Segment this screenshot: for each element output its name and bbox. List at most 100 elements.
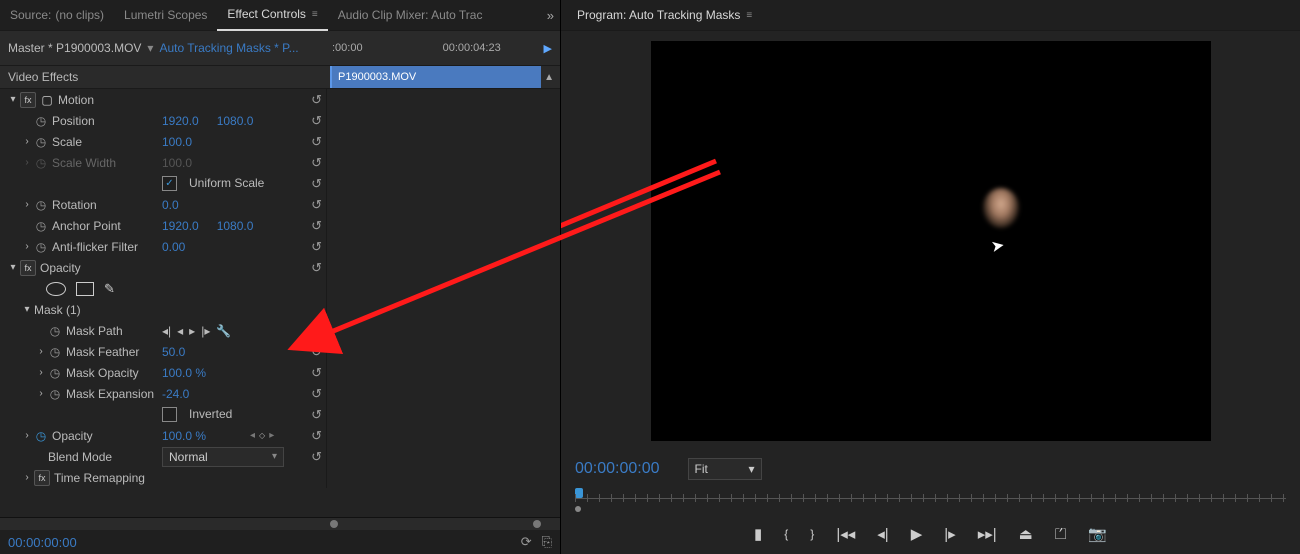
track-settings-icon[interactable]: 🔧: [216, 324, 231, 338]
scale-value[interactable]: 100.0: [162, 135, 192, 149]
extract-button[interactable]: ⏍: [1055, 526, 1066, 543]
fx-badge-icon[interactable]: fx: [20, 260, 36, 276]
step-back-button[interactable]: ◂|: [877, 525, 888, 543]
expand-icon[interactable]: ›: [34, 367, 48, 378]
uniform-scale-checkbox[interactable]: [162, 176, 177, 191]
anchor-y[interactable]: 1080.0: [217, 219, 254, 233]
expand-icon[interactable]: ▾: [20, 304, 34, 315]
reset-icon[interactable]: ↺: [311, 239, 322, 255]
fx-badge-icon[interactable]: fx: [34, 470, 50, 486]
reset-icon[interactable]: ↺: [311, 155, 322, 171]
expand-icon[interactable]: ›: [34, 388, 48, 399]
section-mask1[interactable]: ▾ Mask (1): [0, 299, 326, 320]
ellipse-mask-button[interactable]: [46, 282, 66, 296]
panel-menu-icon[interactable]: ≡: [746, 10, 752, 21]
master-menu-icon[interactable]: ▾: [141, 41, 159, 55]
reset-icon[interactable]: ↺: [311, 344, 322, 360]
export-icon[interactable]: ⎘: [542, 534, 552, 550]
prev-kf-icon[interactable]: ◂: [250, 430, 255, 441]
tab-lumetri[interactable]: Lumetri Scopes: [114, 0, 217, 30]
antiflicker-value[interactable]: 0.00: [162, 240, 185, 254]
section-opacity[interactable]: ▾ fx Opacity ↺: [0, 257, 326, 278]
mask-feather-value[interactable]: 50.0: [162, 345, 185, 359]
anchor-x[interactable]: 1920.0: [162, 219, 199, 233]
track-back-one-icon[interactable]: ◂|: [162, 324, 171, 338]
tab-source[interactable]: Source: (no clips): [0, 0, 114, 30]
rotation-value[interactable]: 0.0: [162, 198, 179, 212]
stopwatch-icon[interactable]: ◷: [48, 345, 62, 359]
stopwatch-icon[interactable]: ◷: [48, 366, 62, 380]
play-button[interactable]: ▶: [911, 525, 923, 543]
section-time-remap[interactable]: › fx Time Remapping: [0, 467, 326, 488]
loop-icon[interactable]: ⟳: [521, 534, 532, 550]
track-fwd-icon[interactable]: ▸: [189, 324, 195, 338]
mini-timeline-scrollbar[interactable]: [0, 517, 560, 530]
opacity-value[interactable]: 100.0 %: [162, 429, 206, 443]
expand-icon[interactable]: ›: [34, 346, 48, 357]
reset-icon[interactable]: ↺: [311, 428, 322, 444]
expand-icon[interactable]: ›: [20, 241, 34, 252]
tab-effect-controls[interactable]: Effect Controls ≡: [217, 0, 327, 31]
mark-in-button[interactable]: {: [784, 527, 788, 541]
position-x[interactable]: 1920.0: [162, 114, 199, 128]
expand-icon[interactable]: ▾: [6, 94, 20, 105]
add-marker-button[interactable]: ▮: [754, 525, 762, 543]
reset-icon[interactable]: ↺: [311, 407, 322, 423]
stopwatch-icon[interactable]: ◷: [34, 429, 48, 443]
program-time-ruler[interactable]: [561, 488, 1300, 514]
tab-program[interactable]: Program: Auto Tracking Masks ≡: [567, 0, 762, 30]
go-to-out-button[interactable]: ▸▸|: [978, 525, 997, 543]
overflow-tabs-icon[interactable]: »: [547, 8, 560, 23]
next-kf-icon[interactable]: ▸: [269, 430, 274, 441]
reset-icon[interactable]: ↺: [311, 197, 322, 213]
rect-mask-button[interactable]: [76, 282, 94, 296]
reset-icon[interactable]: ↺: [311, 113, 322, 129]
expand-icon[interactable]: ›: [20, 199, 34, 210]
expand-icon[interactable]: ›: [20, 472, 34, 483]
program-monitor[interactable]: ➤: [651, 41, 1211, 441]
fx-badge-icon[interactable]: fx: [20, 92, 36, 108]
step-forward-button[interactable]: |▸: [944, 525, 955, 543]
reset-icon[interactable]: ↺: [311, 386, 322, 402]
blend-mode-select[interactable]: Normal▾: [162, 447, 284, 467]
reset-icon[interactable]: ↺: [311, 218, 322, 234]
reset-icon[interactable]: ↺: [311, 365, 322, 381]
mask-opacity-value[interactable]: 100.0 %: [162, 366, 206, 380]
panel-menu-icon[interactable]: ≡: [312, 9, 318, 20]
transform-icon[interactable]: ▢: [40, 93, 54, 107]
reset-icon[interactable]: ↺: [311, 176, 322, 192]
zoom-fit-select[interactable]: Fit▾: [688, 458, 762, 480]
stopwatch-icon[interactable]: ◷: [48, 387, 62, 401]
stopwatch-icon[interactable]: ◷: [34, 240, 48, 254]
timecode[interactable]: 00:00:00:00: [8, 535, 77, 550]
reset-icon[interactable]: ↺: [311, 134, 322, 150]
expand-icon[interactable]: ›: [20, 430, 34, 441]
stopwatch-icon[interactable]: ◷: [34, 114, 48, 128]
mask-expansion-value[interactable]: -24.0: [162, 387, 189, 401]
section-motion[interactable]: ▾ fx ▢ Motion ↺: [0, 89, 326, 110]
lift-button[interactable]: ⏏: [1019, 525, 1033, 543]
go-to-in-button[interactable]: |◂◂: [836, 525, 855, 543]
position-y[interactable]: 1080.0: [217, 114, 254, 128]
expand-icon[interactable]: ›: [20, 136, 34, 147]
add-kf-icon[interactable]: ◇: [259, 431, 265, 440]
stopwatch-icon[interactable]: ◷: [34, 198, 48, 212]
sequence-link[interactable]: Auto Tracking Masks * P...: [159, 41, 298, 55]
stopwatch-icon[interactable]: ◷: [34, 219, 48, 233]
pen-mask-button[interactable]: ✎: [104, 281, 115, 297]
program-timecode[interactable]: 00:00:00:00: [575, 460, 660, 478]
reset-icon[interactable]: ↺: [311, 323, 322, 339]
tab-audio-mixer[interactable]: Audio Clip Mixer: Auto Trac: [328, 0, 493, 30]
mark-out-button[interactable]: }: [810, 527, 814, 541]
clip-bar[interactable]: P1900003.MOV: [330, 66, 541, 88]
stopwatch-icon[interactable]: ◷: [34, 135, 48, 149]
stopwatch-icon[interactable]: ◷: [48, 324, 62, 338]
track-fwd-one-icon[interactable]: |▸: [201, 324, 210, 338]
export-frame-button[interactable]: 📷: [1088, 525, 1107, 543]
scroll-up-icon[interactable]: ▲: [544, 72, 554, 83]
reset-icon[interactable]: ↺: [311, 92, 322, 108]
expand-icon[interactable]: ▾: [6, 262, 20, 273]
scrub-handle[interactable]: [575, 506, 581, 512]
inverted-checkbox[interactable]: [162, 407, 177, 422]
track-back-icon[interactable]: ◂: [177, 324, 183, 338]
